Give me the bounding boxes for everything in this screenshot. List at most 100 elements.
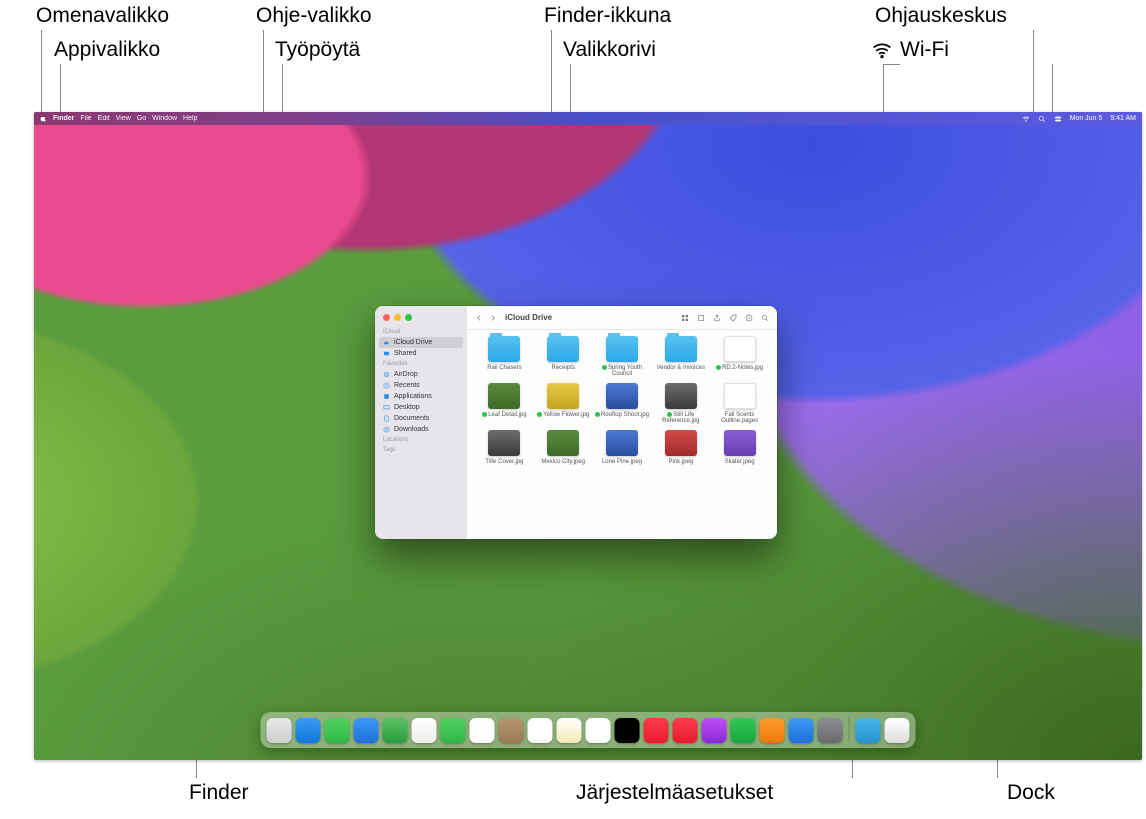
- dock-app-launchpad[interactable]: [267, 718, 292, 743]
- file-item[interactable]: Vendor & Invoices: [653, 336, 708, 377]
- file-name: Still Life Reference.jpg: [653, 412, 708, 424]
- file-thumbnail: [606, 430, 638, 456]
- dock-app-notes[interactable]: [557, 718, 582, 743]
- menu-go[interactable]: Go: [137, 115, 146, 122]
- sidebar-item-recents[interactable]: Recents: [379, 380, 463, 391]
- file-item[interactable]: RD.2-Notes.jpg: [712, 336, 767, 377]
- file-name: Fall Scents Outline.pages: [712, 412, 767, 424]
- file-item[interactable]: Leaf Detail.jpg: [477, 383, 532, 424]
- sidebar-section: Favorites: [379, 359, 463, 369]
- finder-window: iCloud iCloud Drive Shared Favorites Air…: [375, 306, 777, 539]
- callout-control-center: Ohjauskeskus: [875, 4, 1007, 28]
- file-item[interactable]: Fall Scents Outline.pages: [712, 383, 767, 424]
- close-button[interactable]: [383, 314, 390, 321]
- file-item[interactable]: Pink.jpeg: [653, 430, 708, 465]
- sidebar-item-label: Shared: [394, 350, 417, 357]
- search-icon[interactable]: [761, 314, 769, 322]
- menu-view[interactable]: View: [116, 115, 131, 122]
- dock-app-downloads[interactable]: [856, 718, 881, 743]
- file-item[interactable]: Still Life Reference.jpg: [653, 383, 708, 424]
- dock-app-mail[interactable]: [354, 718, 379, 743]
- dock-app-calendar[interactable]: [470, 718, 495, 743]
- sidebar-section: Tags: [379, 445, 463, 455]
- tag-icon[interactable]: [729, 314, 737, 322]
- file-item[interactable]: Rail Chasers: [477, 336, 532, 377]
- callout-line: [41, 30, 42, 120]
- file-item[interactable]: Lone Pine.jpeg: [595, 430, 650, 465]
- callout-system-settings: Järjestelmäasetukset: [576, 781, 773, 805]
- menu-help[interactable]: Help: [183, 115, 197, 122]
- dock-app-news[interactable]: [673, 718, 698, 743]
- wifi-icon: [872, 40, 892, 60]
- file-item[interactable]: Spring Youth Council: [595, 336, 650, 377]
- dock-app-podcasts[interactable]: [702, 718, 727, 743]
- menubar-date[interactable]: Mon Jun 5: [1070, 115, 1103, 122]
- dock-app-facetime[interactable]: [441, 718, 466, 743]
- file-item[interactable]: Receipts: [536, 336, 591, 377]
- dock-app-maps[interactable]: [383, 718, 408, 743]
- dock-app-trash[interactable]: [885, 718, 910, 743]
- file-name: Lone Pine.jpeg: [602, 459, 642, 465]
- file-thumbnail: [665, 383, 697, 409]
- menubar-time[interactable]: 9:41 AM: [1110, 115, 1136, 122]
- sidebar-item-shared[interactable]: Shared: [379, 348, 463, 359]
- forward-button[interactable]: [489, 314, 497, 322]
- file-item[interactable]: Title Cover.jpg: [477, 430, 532, 465]
- dock-app-freeform[interactable]: [586, 718, 611, 743]
- callout-menubar: Valikkorivi: [563, 38, 656, 62]
- apple-menu-icon[interactable]: [40, 115, 47, 122]
- file-item[interactable]: Rooftop Shoot.jpg: [595, 383, 650, 424]
- file-name: Receipts: [552, 365, 575, 371]
- view-mode-icon[interactable]: [681, 314, 689, 322]
- back-button[interactable]: [475, 314, 483, 322]
- callout-finder-dock: Finder: [189, 781, 249, 805]
- file-name: Rail Chasers: [487, 365, 521, 371]
- dock-app-music[interactable]: [644, 718, 669, 743]
- sidebar-item-label: Applications: [394, 393, 432, 400]
- control-center-icon[interactable]: [1054, 115, 1062, 123]
- file-thumbnail: [724, 336, 756, 362]
- share-icon[interactable]: [713, 314, 721, 322]
- sidebar-item-desktop[interactable]: Desktop: [379, 402, 463, 413]
- sidebar-section: iCloud: [379, 327, 463, 337]
- finder-toolbar: iCloud Drive: [467, 306, 777, 330]
- file-item[interactable]: Mexico City.jpeg: [536, 430, 591, 465]
- finder-main: iCloud Drive Rail Chasers Receipts Spring …: [467, 306, 777, 539]
- dock-app-photos[interactable]: [412, 718, 437, 743]
- file-name: Mexico City.jpeg: [541, 459, 585, 465]
- sidebar-item-documents[interactable]: Documents: [379, 413, 463, 424]
- dock: [261, 712, 916, 748]
- dock-app-contacts[interactable]: [499, 718, 524, 743]
- app-menu[interactable]: Finder: [53, 115, 74, 122]
- sidebar-item-airdrop[interactable]: AirDrop: [379, 369, 463, 380]
- minimize-button[interactable]: [394, 314, 401, 321]
- dock-app-messages[interactable]: [325, 718, 350, 743]
- action-icon[interactable]: [745, 314, 753, 322]
- spotlight-icon[interactable]: [1038, 115, 1046, 123]
- file-item[interactable]: Yellow Flower.jpg: [536, 383, 591, 424]
- dock-app-appstore[interactable]: [789, 718, 814, 743]
- menu-file[interactable]: File: [80, 115, 91, 122]
- menu-edit[interactable]: Edit: [98, 115, 110, 122]
- file-thumbnail: [547, 430, 579, 456]
- dock-app-settings[interactable]: [818, 718, 843, 743]
- callout-line: [883, 64, 900, 65]
- sidebar-item-applications[interactable]: Applications: [379, 391, 463, 402]
- callout-help-menu: Ohje-valikko: [256, 4, 372, 28]
- menu-window[interactable]: Window: [152, 115, 177, 122]
- wifi-status-icon[interactable]: [1022, 115, 1030, 123]
- file-thumbnail: [488, 383, 520, 409]
- callout-line: [1033, 30, 1034, 120]
- dock-app-pages[interactable]: [760, 718, 785, 743]
- file-item[interactable]: Skater.jpeg: [712, 430, 767, 465]
- zoom-button[interactable]: [405, 314, 412, 321]
- group-icon[interactable]: [697, 314, 705, 322]
- dock-app-tv[interactable]: [615, 718, 640, 743]
- file-name: Skater.jpeg: [725, 459, 755, 465]
- sidebar-item-downloads[interactable]: Downloads: [379, 424, 463, 435]
- dock-app-safari[interactable]: [296, 718, 321, 743]
- tag-dot: [667, 412, 672, 417]
- sidebar-item-icloud-drive[interactable]: iCloud Drive: [379, 337, 463, 348]
- dock-app-numbers[interactable]: [731, 718, 756, 743]
- dock-app-reminders[interactable]: [528, 718, 553, 743]
